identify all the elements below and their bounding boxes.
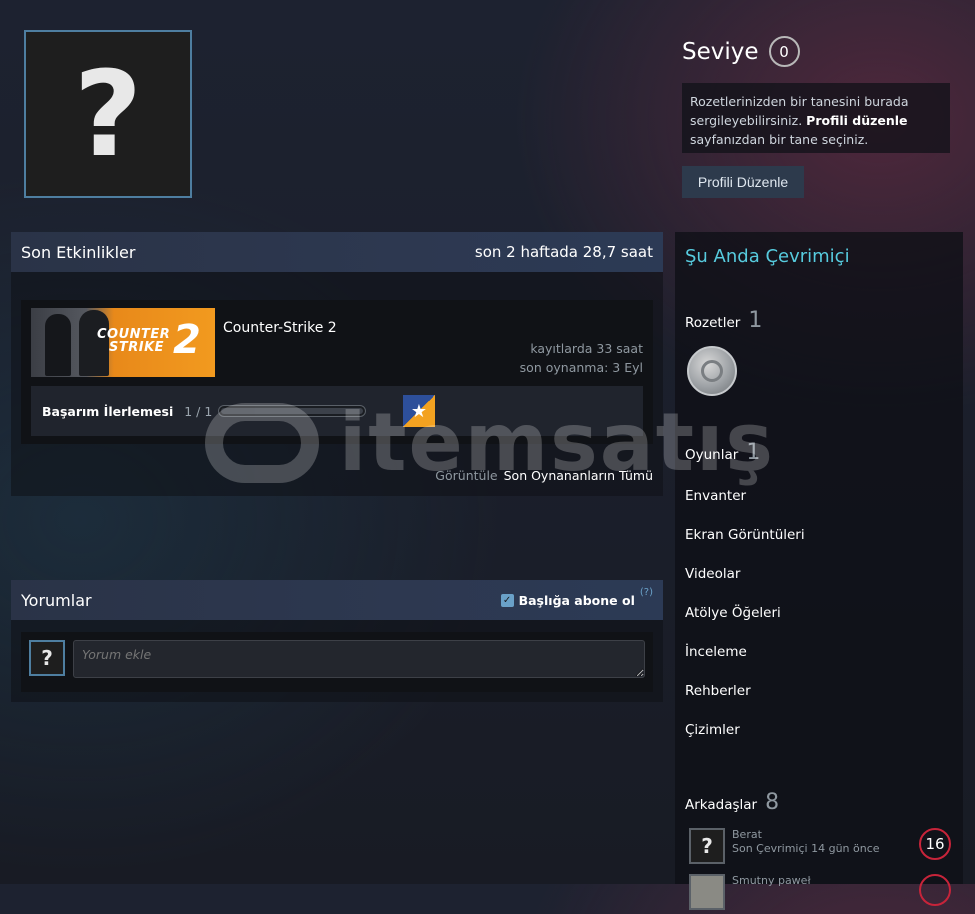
subscribe-label[interactable]: Başlığa abone ol bbox=[519, 593, 635, 608]
sidebar-link-guides[interactable]: Rehberler bbox=[685, 683, 751, 699]
help-link[interactable]: (?) bbox=[640, 587, 653, 598]
level-badge: 0 bbox=[768, 36, 800, 67]
sidebar-link-inventory[interactable]: Envanter bbox=[685, 488, 746, 504]
recent-activity-title[interactable]: Son Etkinlikler bbox=[21, 243, 135, 262]
recent-game-card: COUNTER STRIKE 2 Counter-Strike 2 kayıtl… bbox=[21, 300, 653, 444]
recent-activity-hours: son 2 haftada 28,7 saat bbox=[474, 243, 653, 261]
achievement-progress-fill bbox=[221, 408, 364, 414]
badges-label[interactable]: Rozetler bbox=[685, 315, 740, 331]
avatar-placeholder-icon: ? bbox=[73, 45, 143, 183]
friends-section[interactable]: Arkadaşlar 8 bbox=[685, 790, 779, 815]
game-name[interactable]: Counter-Strike 2 bbox=[223, 320, 337, 336]
badges-section[interactable]: Rozetler 1 bbox=[685, 308, 762, 333]
game-art-logo: COUNTER STRIKE bbox=[97, 327, 171, 355]
games-label[interactable]: Oyunlar bbox=[685, 447, 738, 463]
games-count: 1 bbox=[746, 440, 761, 465]
friend-avatar[interactable]: ? bbox=[689, 828, 725, 864]
view-all-prefix: Görüntüle bbox=[435, 468, 498, 483]
badge-note-link[interactable]: Profili düzenle bbox=[806, 113, 907, 128]
profile-sidebar: Şu Anda Çevrimiçi Rozetler 1 Oyunlar 1 E… bbox=[675, 232, 963, 910]
achievement-count: 1 / 1 bbox=[184, 403, 213, 419]
comments-title: Yorumlar bbox=[21, 590, 92, 610]
friend-level-badge bbox=[919, 874, 951, 906]
profile-level: Seviye 0 bbox=[682, 36, 800, 67]
profile-avatar: ? bbox=[24, 30, 192, 198]
friend-status: Son Çevrimiçi 14 gün önce bbox=[732, 842, 880, 855]
badges-count: 1 bbox=[748, 308, 763, 333]
comments-header: Yorumlar ✓ Başlığa abone ol (?) bbox=[11, 580, 663, 620]
games-section[interactable]: Oyunlar 1 bbox=[685, 440, 760, 465]
sidebar-link-reviews[interactable]: İnceleme bbox=[685, 644, 747, 660]
friends-count: 8 bbox=[765, 790, 780, 815]
game-art-number: 2 bbox=[173, 317, 201, 363]
friends-label[interactable]: Arkadaşlar bbox=[685, 797, 757, 813]
sidebar-link-artwork[interactable]: Çizimler bbox=[685, 722, 740, 738]
subscribe-thread[interactable]: ✓ Başlığa abone ol (?) bbox=[500, 587, 653, 608]
badge-showcase-note: Rozetlerinizden bir tanesini burada serg… bbox=[682, 83, 950, 153]
recent-activity-panel: Son Etkinlikler son 2 haftada 28,7 saat … bbox=[11, 232, 663, 496]
sidebar-link-videos[interactable]: Videolar bbox=[685, 566, 740, 582]
badge-icon[interactable] bbox=[687, 346, 737, 396]
achievement-progress-row: Başarım İlerlemesi 1 / 1 ★ bbox=[31, 386, 643, 436]
badge-note-text-end: sayfanızdan bir tane seçiniz. bbox=[690, 132, 869, 147]
achievement-icon[interactable]: ★ bbox=[403, 395, 435, 427]
friend-level-badge: 16 bbox=[919, 828, 951, 860]
recent-activity-header: Son Etkinlikler son 2 haftada 28,7 saat bbox=[11, 232, 663, 272]
sidebar-link-workshop[interactable]: Atölye Öğeleri bbox=[685, 605, 781, 621]
game-hours-on-record: kayıtlarda 33 saat bbox=[530, 341, 643, 356]
friend-item[interactable]: ? Berat Son Çevrimiçi 14 gün önce 16 bbox=[689, 828, 951, 868]
achievement-progress-label[interactable]: Başarım İlerlemesi bbox=[42, 404, 173, 419]
checkbox-checked-icon[interactable]: ✓ bbox=[500, 593, 514, 607]
friend-item[interactable]: Smutny paweł bbox=[689, 874, 951, 914]
comments-panel: Yorumlar ✓ Başlığa abone ol (?) ? bbox=[11, 580, 663, 702]
level-label: Seviye bbox=[682, 38, 759, 65]
view-all-recent: Görüntüle Son Oynananların Tümü bbox=[435, 468, 653, 483]
friend-name[interactable]: Berat bbox=[732, 828, 762, 841]
friend-avatar[interactable] bbox=[689, 874, 725, 910]
edit-profile-button[interactable]: Profili Düzenle bbox=[682, 166, 804, 198]
view-all-recent-link[interactable]: Son Oynananların Tümü bbox=[504, 468, 653, 483]
online-status: Şu Anda Çevrimiçi bbox=[685, 246, 850, 267]
comment-form: ? bbox=[21, 632, 653, 692]
friend-name[interactable]: Smutny paweł bbox=[732, 874, 811, 887]
game-art-figure bbox=[45, 314, 71, 376]
comment-user-avatar: ? bbox=[29, 640, 65, 676]
sidebar-link-screenshots[interactable]: Ekran Görüntüleri bbox=[685, 527, 805, 543]
comment-input[interactable] bbox=[73, 640, 645, 678]
game-capsule-image[interactable]: COUNTER STRIKE 2 bbox=[31, 308, 215, 377]
achievement-progress-bar bbox=[218, 405, 367, 417]
game-last-played: son oynanma: 3 Eyl bbox=[519, 360, 643, 375]
